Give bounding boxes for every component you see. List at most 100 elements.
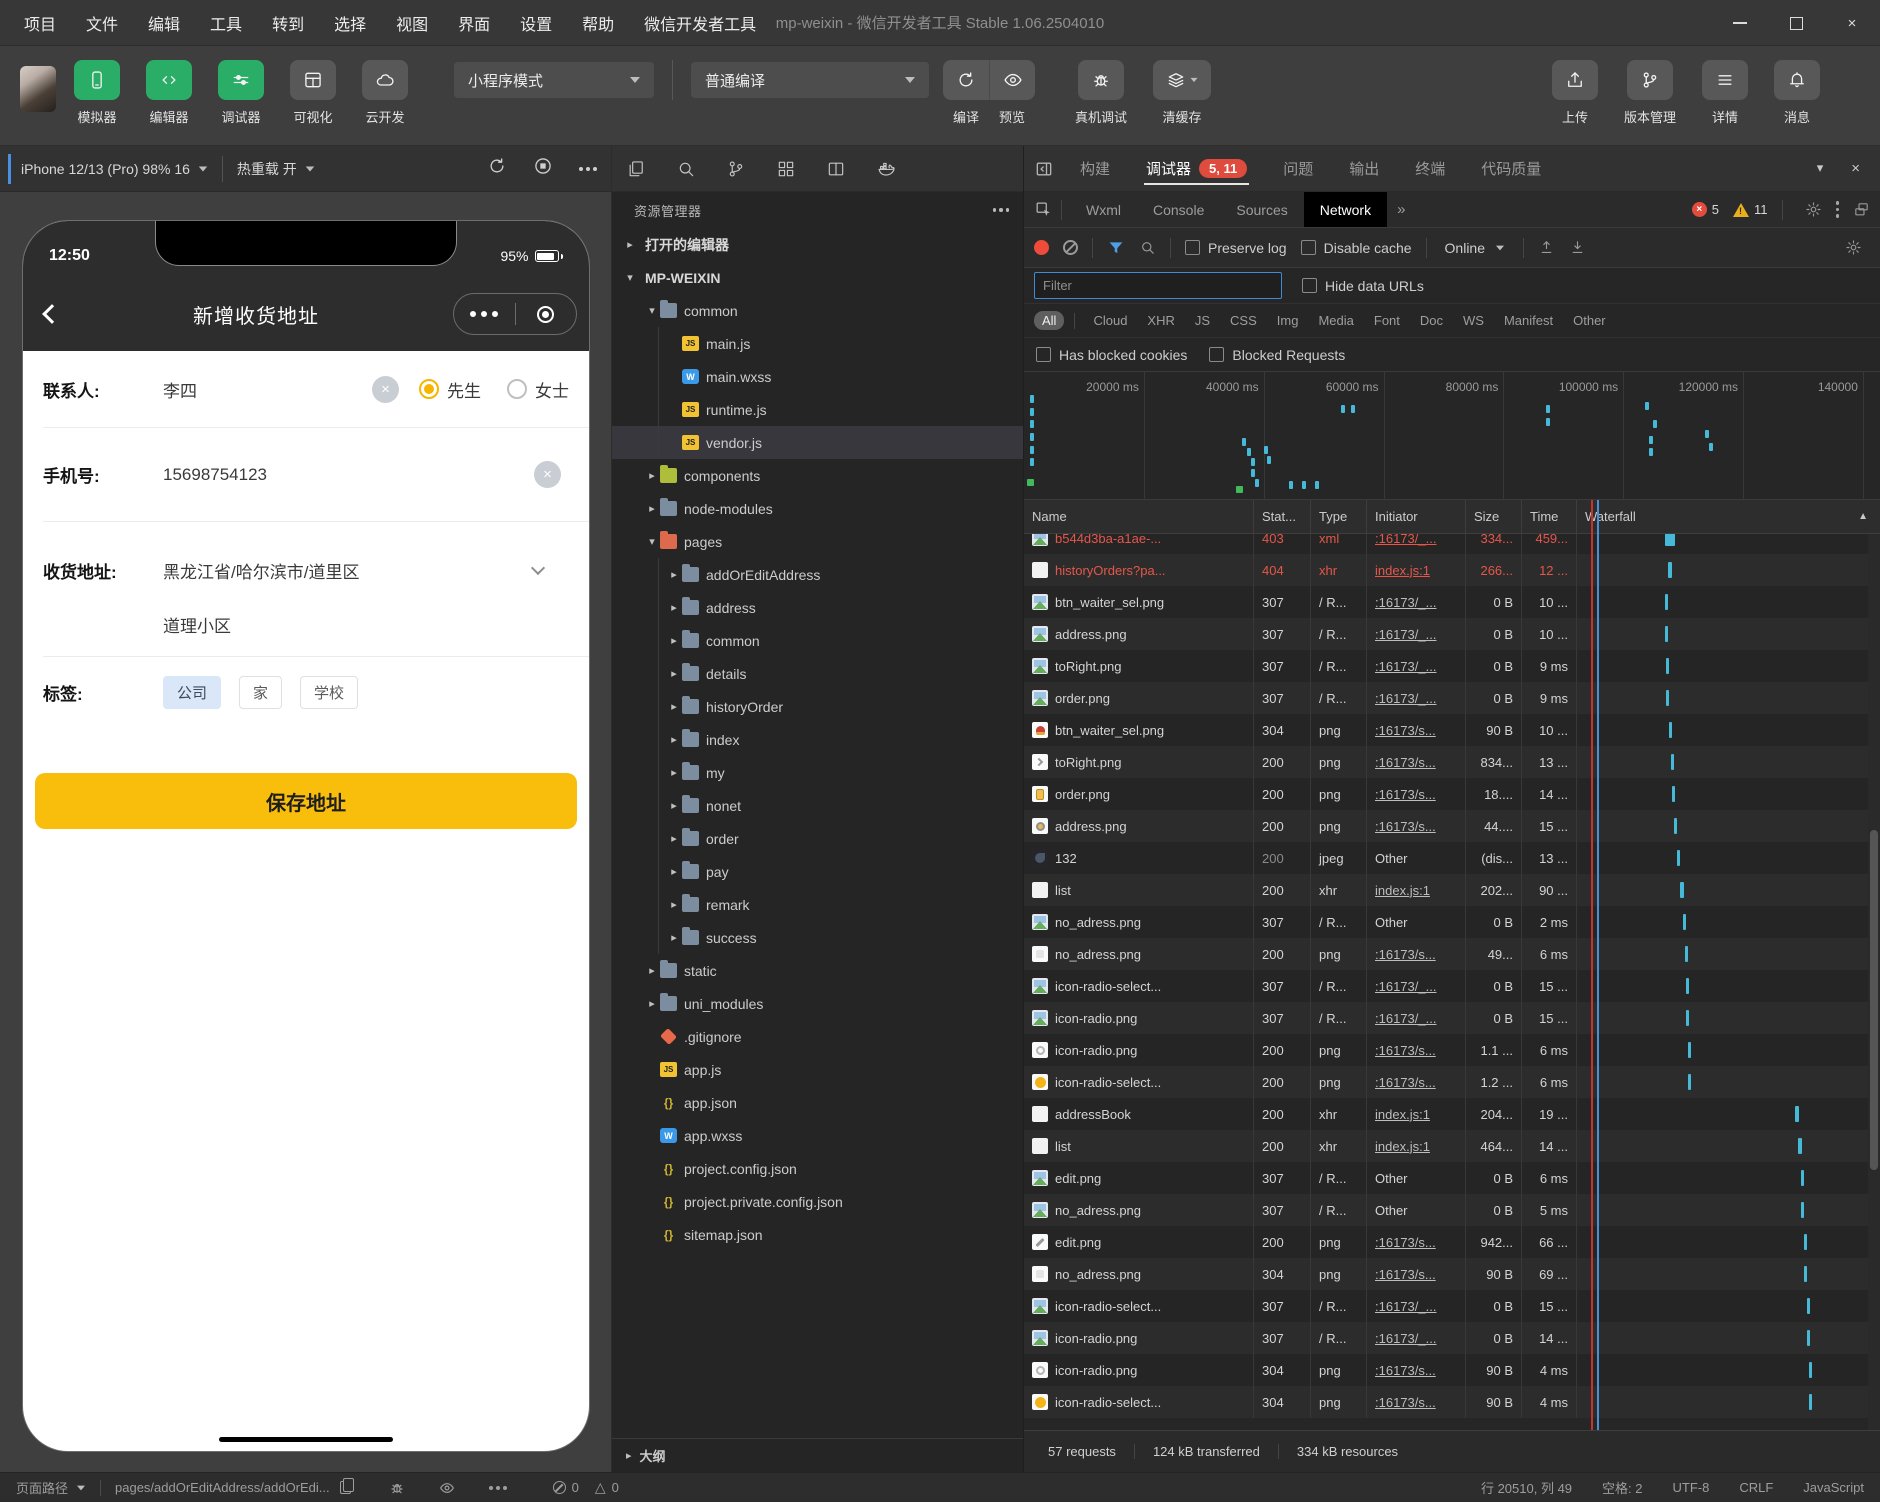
panel-tab-终端[interactable]: 终端 [1413,146,1447,191]
menu-item-编辑[interactable]: 编辑 [148,11,180,35]
tree-item-sitemap.json[interactable]: {}sitemap.json [612,1218,1023,1251]
tree-item-app.wxss[interactable]: Wapp.wxss [612,1119,1023,1152]
type-filter-ws[interactable]: WS [1455,311,1492,330]
tree-item-details[interactable]: ▸details [612,657,1023,690]
initiator-link[interactable]: :16173/s... [1375,1043,1436,1058]
split-icon[interactable] [826,159,846,179]
toolbar-button-真机调试[interactable]: 真机调试 [1075,60,1127,126]
tree-item-.gitignore[interactable]: .gitignore [612,1020,1023,1053]
request-row[interactable]: icon-radio.png307/ R...:16173/_...0 B14 … [1024,1322,1880,1354]
chevron-down-icon[interactable]: ▾ [1817,160,1824,177]
blocked-cookies-checkbox[interactable]: Has blocked cookies [1036,347,1187,363]
initiator-link[interactable]: index.js:1 [1375,883,1430,898]
files-icon[interactable] [626,159,646,179]
toolbar-button-消息[interactable]: 消息 [1774,60,1820,126]
menu-item-帮助[interactable]: 帮助 [582,11,614,35]
menu-item-文件[interactable]: 文件 [86,11,118,35]
panel-tab-代码质量[interactable]: 代码质量 [1479,146,1543,191]
request-row[interactable]: btn_waiter_sel.png304png:16173/s...90 B1… [1024,714,1880,746]
menu-item-工具[interactable]: 工具 [210,11,242,35]
toolbar-button-调试器[interactable]: 调试器 [218,60,264,126]
tree-item-uni_modules[interactable]: ▸uni_modules [612,987,1023,1020]
initiator-link[interactable]: :16173/s... [1375,1267,1436,1282]
tree-item-address[interactable]: ▸address [612,591,1023,624]
more-options-icon[interactable] [579,167,597,171]
initiator-link[interactable]: :16173/s... [1375,1395,1436,1410]
column-header-size[interactable]: Size [1466,500,1522,533]
menu-item-项目[interactable]: 项目 [24,11,56,35]
preserve-log-checkbox[interactable]: Preserve log [1185,240,1287,256]
menu-item-界面[interactable]: 界面 [458,11,490,35]
record-icon[interactable] [1034,240,1049,255]
initiator-link[interactable]: :16173/_... [1375,534,1436,546]
tree-item-pages[interactable]: ▾pages [612,525,1023,558]
type-filter-font[interactable]: Font [1366,311,1408,330]
request-row[interactable]: icon-radio.png307/ R...:16173/_...0 B15 … [1024,1002,1880,1034]
request-row[interactable]: icon-radio-select...307/ R...:16173/_...… [1024,970,1880,1002]
scrollbar[interactable] [1868,534,1880,1430]
toolbar-button-编辑器[interactable]: 编辑器 [146,60,192,126]
collapse-panel-icon[interactable] [1034,159,1054,179]
toolbar-button-预览[interactable] [989,60,1035,100]
menu-item-选择[interactable]: 选择 [334,11,366,35]
column-header-time[interactable]: Time [1522,500,1577,533]
maximize-button[interactable] [1768,0,1824,46]
tree-item-nonet[interactable]: ▸nonet [612,789,1023,822]
mode-select[interactable]: 小程序模式 [454,62,654,98]
column-header-waterfall[interactable]: Waterfall▲ [1577,500,1880,533]
minimize-button[interactable] [1712,0,1768,46]
tree-item-index[interactable]: ▸index [612,723,1023,756]
toolbar-button-模拟器[interactable]: 模拟器 [74,60,120,126]
initiator-link[interactable]: :16173/s... [1375,947,1436,962]
network-overview-timeline[interactable]: 20000 ms40000 ms60000 ms80000 ms100000 m… [1024,372,1880,500]
gender-option-女士[interactable]: 女士 [507,377,569,402]
initiator-link[interactable]: :16173/s... [1375,787,1436,802]
request-row[interactable]: list200xhrindex.js:1464...14 ... [1024,1130,1880,1162]
tree-item-order[interactable]: ▸order [612,822,1023,855]
tree-item-main.wxss[interactable]: Wmain.wxss [612,360,1023,393]
refresh-icon[interactable] [487,156,507,181]
initiator-link[interactable]: index.js:1 [1375,1107,1430,1122]
contact-input[interactable]: 李四 [163,377,372,402]
tree-item-node-modules[interactable]: ▸node-modules [612,492,1023,525]
capsule-menu-icon[interactable] [454,311,515,317]
toolbar-button-可视化[interactable]: 可视化 [290,60,336,126]
type-filter-doc[interactable]: Doc [1412,311,1451,330]
request-row[interactable]: historyOrders?pa...404xhrindex.js:1266..… [1024,554,1880,586]
warning-count[interactable]: ! 11 [1733,202,1768,217]
tree-item-打开的编辑器[interactable]: ▸打开的编辑器 [612,228,1023,261]
request-row[interactable]: address.png200png:16173/s...44....15 ... [1024,810,1880,842]
request-row[interactable]: no_adress.png304png:16173/s...90 B69 ... [1024,1258,1880,1290]
request-row[interactable]: order.png200png:16173/s...18....14 ... [1024,778,1880,810]
request-row[interactable]: icon-radio-select...200png:16173/s...1.2… [1024,1066,1880,1098]
initiator-link[interactable]: :16173/s... [1375,755,1436,770]
tree-item-project.private.config.json[interactable]: {}project.private.config.json [612,1185,1023,1218]
request-row[interactable]: address.png307/ R...:16173/_...0 B10 ... [1024,618,1880,650]
clear-icon[interactable]: × [372,376,399,403]
initiator-link[interactable]: :16173/_... [1375,1331,1436,1346]
request-row[interactable]: icon-radio-select...304png:16173/s...90 … [1024,1386,1880,1418]
type-filter-other[interactable]: Other [1565,311,1614,330]
initiator-link[interactable]: :16173/s... [1375,1075,1436,1090]
disable-cache-checkbox[interactable]: Disable cache [1301,240,1412,256]
type-filter-js[interactable]: JS [1187,311,1218,330]
status-item[interactable]: CRLF [1739,1480,1773,1495]
close-panel-icon[interactable]: × [1851,160,1860,177]
column-header-type[interactable]: Type [1311,500,1367,533]
hot-reload-toggle[interactable]: 热重载 开 [237,159,315,179]
tree-item-remark[interactable]: ▸remark [612,888,1023,921]
tree-item-addOrEditAddress[interactable]: ▸addOrEditAddress [612,558,1023,591]
tree-item-historyOrder[interactable]: ▸historyOrder [612,690,1023,723]
network-settings-icon[interactable] [1845,239,1862,256]
tree-item-project.config.json[interactable]: {}project.config.json [612,1152,1023,1185]
status-item[interactable]: JavaScript [1803,1480,1864,1495]
copy-icon[interactable] [340,1481,351,1494]
menu-item-微信开发者工具[interactable]: 微信开发者工具 [644,11,756,35]
type-filter-cloud[interactable]: Cloud [1085,311,1135,330]
filter-icon[interactable] [1107,239,1125,257]
branch-icon[interactable] [726,159,746,179]
compile-select[interactable]: 普通编译 [691,62,929,98]
initiator-link[interactable]: :16173/_... [1375,1299,1436,1314]
more-options-icon[interactable] [993,208,1010,212]
initiator-link[interactable]: index.js:1 [1375,563,1430,578]
